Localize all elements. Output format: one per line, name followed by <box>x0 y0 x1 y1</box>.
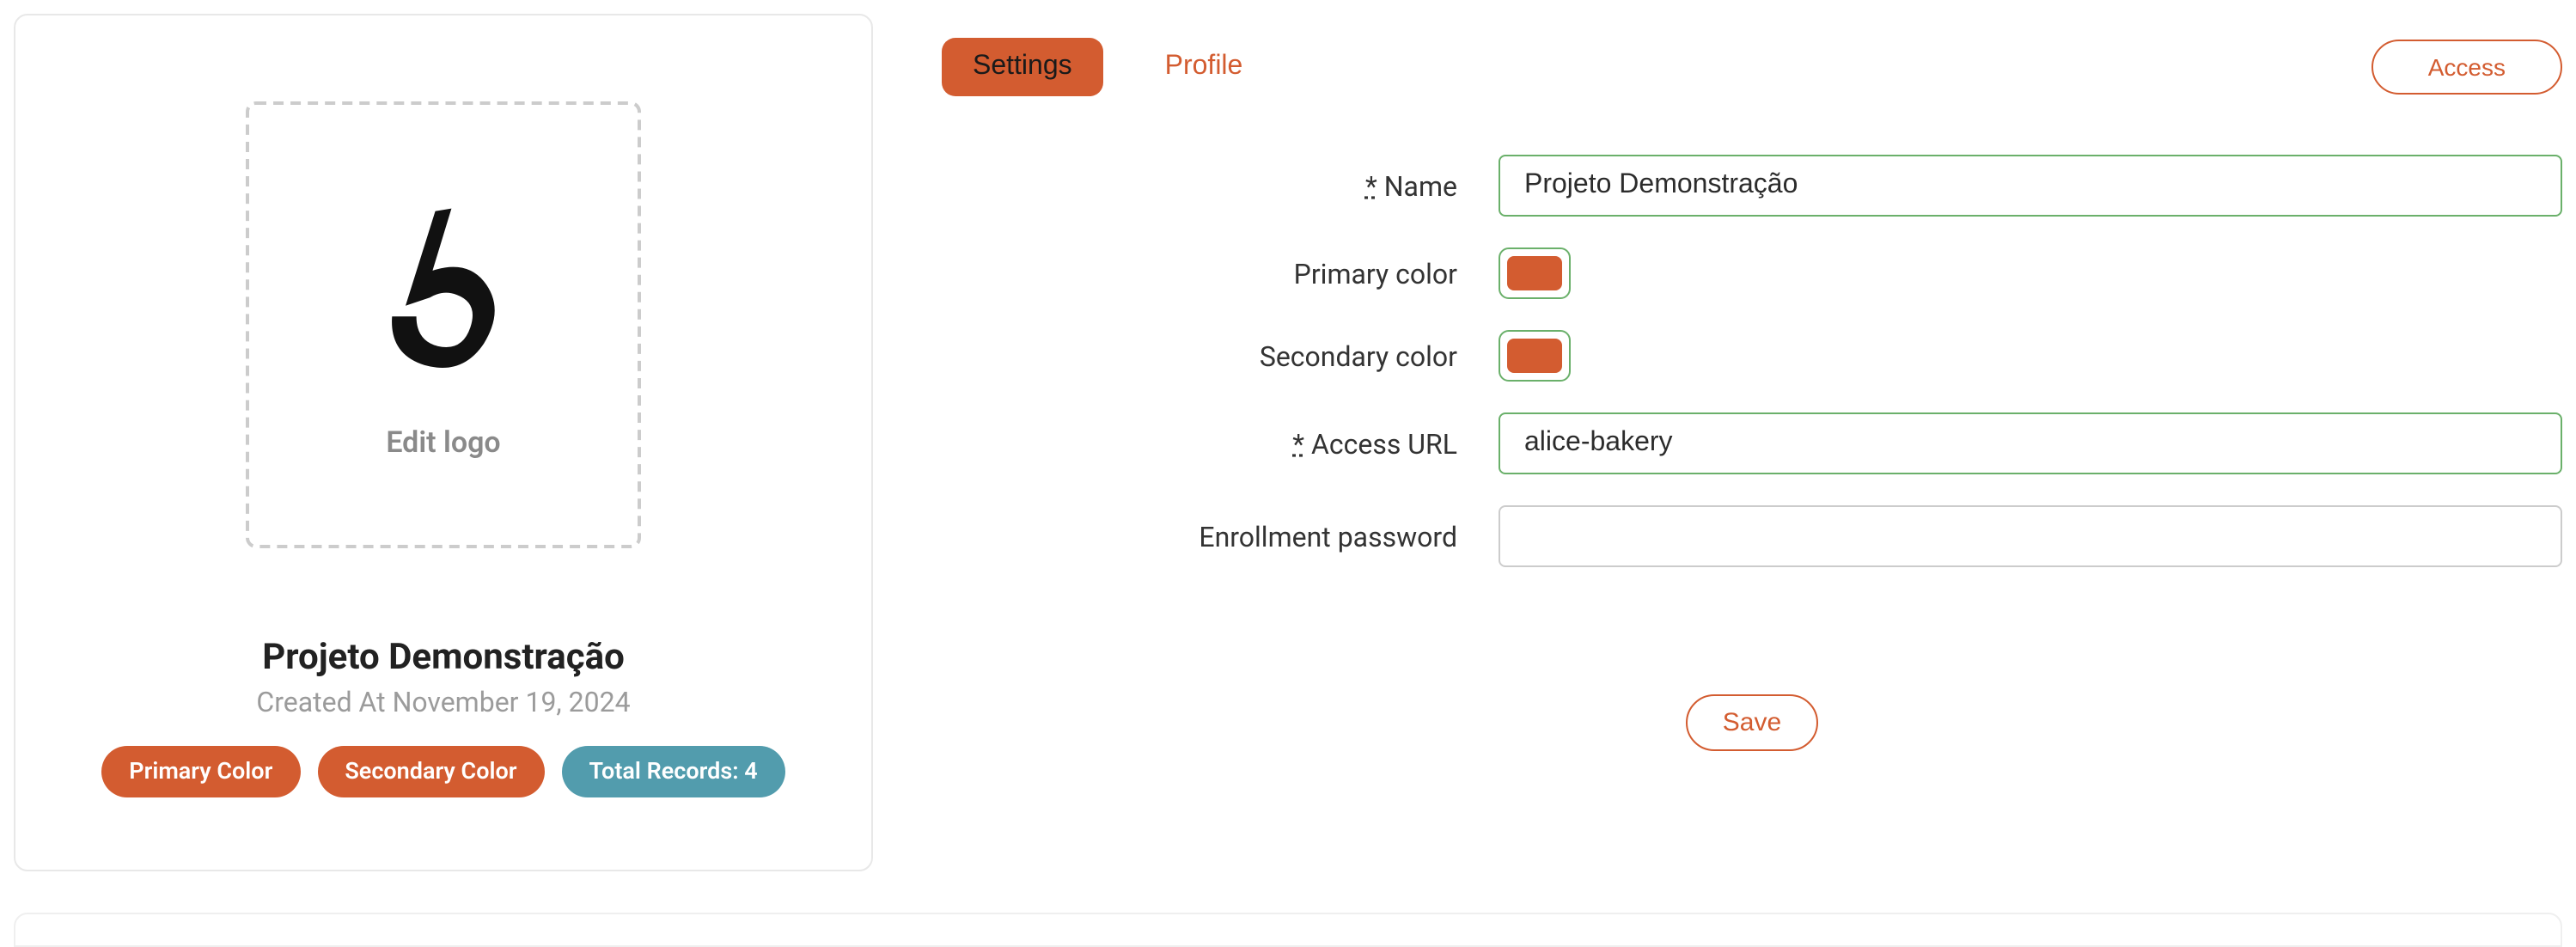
access-button[interactable]: Access <box>2372 40 2562 95</box>
logo-icon <box>366 189 521 395</box>
project-summary-card: Edit logo Projeto Demonstração Created A… <box>14 14 873 871</box>
tab-profile[interactable]: Profile <box>1134 38 1274 96</box>
primary-color-swatch[interactable] <box>1507 256 1562 290</box>
settings-panel: Settings Profile Access *Name Primary co… <box>942 14 2562 751</box>
badge-secondary-color: Secondary Color <box>317 746 544 797</box>
project-created-at: Created At November 19, 2024 <box>256 686 630 718</box>
form-row-name: *Name <box>942 155 2562 217</box>
label-secondary-color: Secondary color <box>942 339 1457 372</box>
save-button[interactable]: Save <box>1687 694 1817 751</box>
label-access-url-text: Access URL <box>1311 427 1457 460</box>
form-row-enrollment-password: Enrollment password <box>942 505 2562 567</box>
label-primary-color: Primary color <box>942 257 1457 290</box>
label-enrollment-password: Enrollment password <box>942 520 1457 553</box>
project-title: Projeto Demonstração <box>262 638 625 679</box>
required-mark: * <box>1365 169 1377 202</box>
access-url-input[interactable] <box>1499 412 2562 474</box>
save-row: Save <box>942 694 2562 751</box>
required-mark: * <box>1292 427 1304 460</box>
secondary-color-swatch-wrap <box>1499 330 1571 382</box>
badge-total-records: Total Records: 4 <box>562 746 785 797</box>
enrollment-password-input[interactable] <box>1499 505 2562 567</box>
project-badges: Primary Color Secondary Color Total Reco… <box>101 746 784 797</box>
label-name-text: Name <box>1384 169 1457 202</box>
tabs-row: Settings Profile Access <box>942 38 2562 96</box>
form-row-primary-color: Primary color <box>942 247 2562 299</box>
tab-settings[interactable]: Settings <box>942 38 1103 96</box>
form-row-access-url: *Access URL <box>942 412 2562 474</box>
edit-logo-label: Edit logo <box>386 426 500 461</box>
label-name: *Name <box>942 169 1457 202</box>
settings-form: *Name Primary color Secondary col <box>942 155 2562 751</box>
name-input[interactable] <box>1499 155 2562 217</box>
secondary-color-swatch[interactable] <box>1507 339 1562 373</box>
badge-primary-color: Primary Color <box>101 746 300 797</box>
lower-card <box>14 913 2562 947</box>
form-row-secondary-color: Secondary color <box>942 330 2562 382</box>
primary-color-swatch-wrap <box>1499 247 1571 299</box>
edit-logo-box[interactable]: Edit logo <box>246 101 641 548</box>
label-access-url: *Access URL <box>942 427 1457 460</box>
